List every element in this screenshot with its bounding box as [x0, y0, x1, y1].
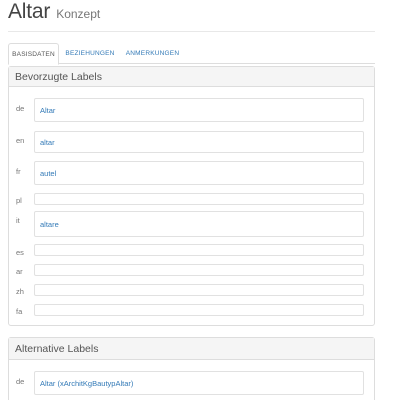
header-divider: [8, 31, 375, 32]
alt-label-input-de[interactable]: Altar (xArchitKgBautypAltar): [34, 371, 364, 395]
language-code: de: [16, 104, 25, 113]
page-title: Altar: [8, 0, 51, 23]
label-input-en[interactable]: altar: [34, 131, 364, 153]
language-code: en: [16, 136, 25, 145]
preferred-labels-heading: Bevorzugte Labels: [9, 67, 374, 87]
tab-anmerkungen[interactable]: ANMERKUNGEN: [125, 43, 180, 64]
tab-basisdaten[interactable]: BASISDATEN: [8, 43, 59, 65]
label-input-fa[interactable]: [34, 304, 364, 316]
label-row-en: en altar: [14, 130, 364, 153]
label-row-pl: pl: [14, 193, 364, 205]
label-row-es: es: [14, 244, 364, 257]
label-input-es[interactable]: [34, 244, 364, 256]
label-row-ar: ar: [14, 264, 364, 276]
page-subtitle: Konzept: [56, 7, 101, 21]
label-row-it: it altare: [14, 211, 364, 237]
alternative-labels-heading: Alternative Labels: [9, 338, 374, 360]
language-code: it: [16, 216, 20, 225]
tab-beziehungen[interactable]: BEZIEHUNGEN: [65, 43, 114, 64]
language-code: fr: [16, 167, 21, 176]
label-input-it[interactable]: altare: [34, 211, 364, 237]
language-code: es: [16, 248, 24, 257]
alt-label-row-de: de Altar (xArchitKgBautypAltar): [14, 371, 364, 395]
page-header: Altar Konzept: [8, 0, 100, 24]
label-input-fr[interactable]: autel: [34, 161, 364, 185]
tab-bar: BASISDATEN BEZIEHUNGEN ANMERKUNGEN: [8, 43, 375, 65]
label-row-fa: fa: [14, 304, 364, 316]
label-row-de: de Altar: [14, 98, 364, 122]
label-input-zh[interactable]: [34, 284, 364, 296]
language-code: ar: [16, 267, 23, 276]
language-code: fa: [16, 307, 23, 316]
label-input-de[interactable]: Altar: [34, 98, 364, 122]
label-input-pl[interactable]: [34, 193, 364, 205]
language-code: zh: [16, 287, 24, 296]
language-code: pl: [16, 196, 22, 205]
language-code: de: [16, 377, 25, 386]
label-input-ar[interactable]: [34, 264, 364, 276]
label-row-zh: zh: [14, 284, 364, 296]
label-row-fr: fr autel: [14, 161, 364, 185]
